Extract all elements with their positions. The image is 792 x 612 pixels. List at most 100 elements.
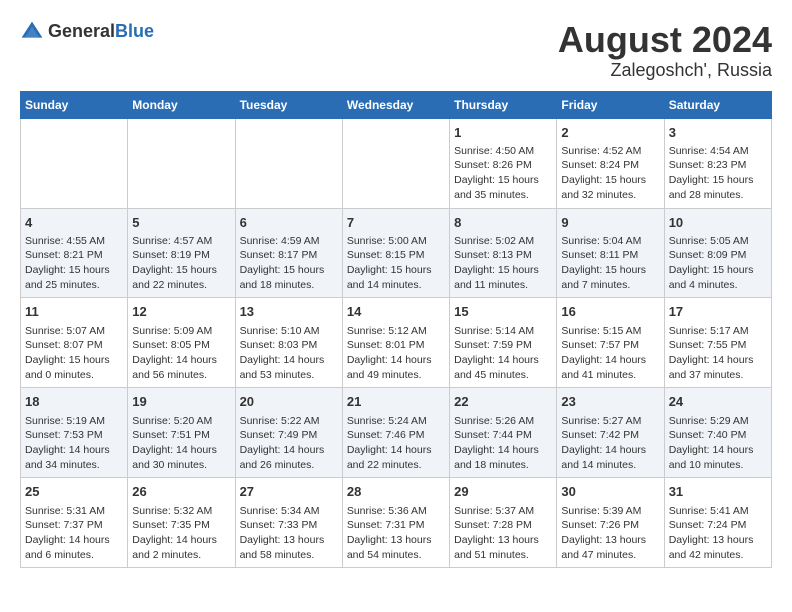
day-number: 20: [240, 393, 338, 411]
cell-content: Sunrise: 5:31 AMSunset: 7:37 PMDaylight:…: [25, 504, 123, 563]
cell-content: Sunrise: 5:17 AMSunset: 7:55 PMDaylight:…: [669, 324, 767, 383]
day-number: 8: [454, 214, 552, 232]
day-number: 16: [561, 303, 659, 321]
calendar-table: SundayMondayTuesdayWednesdayThursdayFrid…: [20, 91, 772, 569]
calendar-cell: 10Sunrise: 5:05 AMSunset: 8:09 PMDayligh…: [664, 208, 771, 298]
day-number: 1: [454, 124, 552, 142]
cell-content: Sunrise: 5:00 AMSunset: 8:15 PMDaylight:…: [347, 234, 445, 293]
calendar-cell: 12 Sunrise: 5:09 AMSunset: 8:05 PMDayligh…: [128, 298, 235, 388]
page-subtitle: Zalegoshch', Russia: [558, 60, 772, 81]
header-day-friday: Friday: [557, 91, 664, 118]
header-day-monday: Monday: [128, 91, 235, 118]
cell-content: Sunrise: 5:15 AMSunset: 7:57 PMDaylight:…: [561, 324, 659, 383]
day-number: 10: [669, 214, 767, 232]
header-day-sunday: Sunday: [21, 91, 128, 118]
calendar-cell: 7 Sunrise: 5:00 AMSunset: 8:15 PMDaylight…: [342, 208, 449, 298]
day-number: 27: [240, 483, 338, 501]
cell-content: Sunrise: 4:50 AMSunset: 8:26 PMDaylight:…: [454, 144, 552, 203]
day-number: 28: [347, 483, 445, 501]
day-number: 24: [669, 393, 767, 411]
cell-content: Sunrise: 5:41 AMSunset: 7:24 PMDaylight:…: [669, 504, 767, 563]
calendar-week-5: 25 Sunrise: 5:31 AMSunset: 7:37 PMDayligh…: [21, 478, 772, 568]
logo-icon: [20, 20, 44, 44]
page-title: August 2024: [558, 20, 772, 60]
cell-content: Sunrise: 5:32 AMSunset: 7:35 PMDaylight:…: [132, 504, 230, 563]
cell-content: Sunrise: 5:14 AMSunset: 7:59 PMDaylight:…: [454, 324, 552, 383]
day-number: 13: [240, 303, 338, 321]
cell-content: Sunrise: 5:09 AMSunset: 8:05 PMDaylight:…: [132, 324, 230, 383]
calendar-cell: 5 Sunrise: 4:57 AMSunset: 8:19 PMDaylight…: [128, 208, 235, 298]
calendar-cell: 24 Sunrise: 5:29 AMSunset: 7:40 PMDayligh…: [664, 388, 771, 478]
logo-text-general: General: [48, 21, 115, 41]
header-day-thursday: Thursday: [450, 91, 557, 118]
cell-content: Sunrise: 4:55 AMSunset: 8:21 PMDaylight:…: [25, 234, 123, 293]
cell-content: Sunrise: 5:36 AMSunset: 7:31 PMDaylight:…: [347, 504, 445, 563]
day-number: 21: [347, 393, 445, 411]
cell-content: Sunrise: 5:20 AMSunset: 7:51 PMDaylight:…: [132, 414, 230, 473]
calendar-header: SundayMondayTuesdayWednesdayThursdayFrid…: [21, 91, 772, 118]
day-number: 7: [347, 214, 445, 232]
calendar-week-2: 4 Sunrise: 4:55 AMSunset: 8:21 PMDaylight…: [21, 208, 772, 298]
calendar-cell: 30Sunrise: 5:39 AMSunset: 7:26 PMDayligh…: [557, 478, 664, 568]
day-number: 26: [132, 483, 230, 501]
calendar-cell: [235, 118, 342, 208]
day-number: 25: [25, 483, 123, 501]
calendar-cell: 2 Sunrise: 4:52 AMSunset: 8:24 PMDaylight…: [557, 118, 664, 208]
calendar-week-3: 11 Sunrise: 5:07 AMSunset: 8:07 PMDayligh…: [21, 298, 772, 388]
day-number: 22: [454, 393, 552, 411]
day-number: 6: [240, 214, 338, 232]
title-block: August 2024 Zalegoshch', Russia: [558, 20, 772, 81]
calendar-cell: 22 Sunrise: 5:26 AMSunset: 7:44 PMDayligh…: [450, 388, 557, 478]
day-number: 15: [454, 303, 552, 321]
cell-content: Sunrise: 5:27 AMSunset: 7:42 PMDaylight:…: [561, 414, 659, 473]
calendar-cell: [342, 118, 449, 208]
day-number: 11: [25, 303, 123, 321]
calendar-cell: [128, 118, 235, 208]
day-number: 31: [669, 483, 767, 501]
calendar-cell: 11 Sunrise: 5:07 AMSunset: 8:07 PMDayligh…: [21, 298, 128, 388]
cell-content: Sunrise: 5:19 AMSunset: 7:53 PMDaylight:…: [25, 414, 123, 473]
cell-content: Sunrise: 5:34 AMSunset: 7:33 PMDaylight:…: [240, 504, 338, 563]
cell-content: Sunrise: 4:57 AMSunset: 8:19 PMDaylight:…: [132, 234, 230, 293]
day-number: 17: [669, 303, 767, 321]
calendar-cell: 14Sunrise: 5:12 AMSunset: 8:01 PMDayligh…: [342, 298, 449, 388]
day-number: 23: [561, 393, 659, 411]
calendar-week-4: 18 Sunrise: 5:19 AMSunset: 7:53 PMDayligh…: [21, 388, 772, 478]
cell-content: Sunrise: 5:02 AMSunset: 8:13 PMDaylight:…: [454, 234, 552, 293]
calendar-cell: 21Sunrise: 5:24 AMSunset: 7:46 PMDayligh…: [342, 388, 449, 478]
calendar-cell: 25 Sunrise: 5:31 AMSunset: 7:37 PMDayligh…: [21, 478, 128, 568]
logo-text-blue: Blue: [115, 21, 154, 41]
cell-content: Sunrise: 5:29 AMSunset: 7:40 PMDaylight:…: [669, 414, 767, 473]
calendar-cell: 3 Sunrise: 4:54 AMSunset: 8:23 PMDaylight…: [664, 118, 771, 208]
calendar-cell: 19Sunrise: 5:20 AMSunset: 7:51 PMDayligh…: [128, 388, 235, 478]
cell-content: Sunrise: 5:04 AMSunset: 8:11 PMDaylight:…: [561, 234, 659, 293]
calendar-cell: 29Sunrise: 5:37 AMSunset: 7:28 PMDayligh…: [450, 478, 557, 568]
day-number: 12: [132, 303, 230, 321]
day-number: 5: [132, 214, 230, 232]
cell-content: Sunrise: 5:26 AMSunset: 7:44 PMDaylight:…: [454, 414, 552, 473]
day-number: 14: [347, 303, 445, 321]
calendar-cell: 28 Sunrise: 5:36 AMSunset: 7:31 PMDayligh…: [342, 478, 449, 568]
day-number: 29: [454, 483, 552, 501]
cell-content: Sunrise: 5:22 AMSunset: 7:49 PMDaylight:…: [240, 414, 338, 473]
calendar-cell: 31 Sunrise: 5:41 AMSunset: 7:24 PMDayligh…: [664, 478, 771, 568]
calendar-cell: 18 Sunrise: 5:19 AMSunset: 7:53 PMDayligh…: [21, 388, 128, 478]
header-day-tuesday: Tuesday: [235, 91, 342, 118]
page-header: GeneralBlue August 2024 Zalegoshch', Rus…: [20, 20, 772, 81]
cell-content: Sunrise: 4:54 AMSunset: 8:23 PMDaylight:…: [669, 144, 767, 203]
day-number: 2: [561, 124, 659, 142]
cell-content: Sunrise: 4:52 AMSunset: 8:24 PMDaylight:…: [561, 144, 659, 203]
day-number: 3: [669, 124, 767, 142]
calendar-cell: 27 Sunrise: 5:34 AMSunset: 7:33 PMDayligh…: [235, 478, 342, 568]
header-row: SundayMondayTuesdayWednesdayThursdayFrid…: [21, 91, 772, 118]
calendar-cell: 1 Sunrise: 4:50 AMSunset: 8:26 PMDaylight…: [450, 118, 557, 208]
calendar-cell: 17 Sunrise: 5:17 AMSunset: 7:55 PMDayligh…: [664, 298, 771, 388]
day-number: 4: [25, 214, 123, 232]
calendar-cell: 23 Sunrise: 5:27 AMSunset: 7:42 PMDayligh…: [557, 388, 664, 478]
cell-content: Sunrise: 5:07 AMSunset: 8:07 PMDaylight:…: [25, 324, 123, 383]
header-day-wednesday: Wednesday: [342, 91, 449, 118]
day-number: 9: [561, 214, 659, 232]
calendar-cell: 4 Sunrise: 4:55 AMSunset: 8:21 PMDaylight…: [21, 208, 128, 298]
day-number: 18: [25, 393, 123, 411]
calendar-cell: 9 Sunrise: 5:04 AMSunset: 8:11 PMDaylight…: [557, 208, 664, 298]
